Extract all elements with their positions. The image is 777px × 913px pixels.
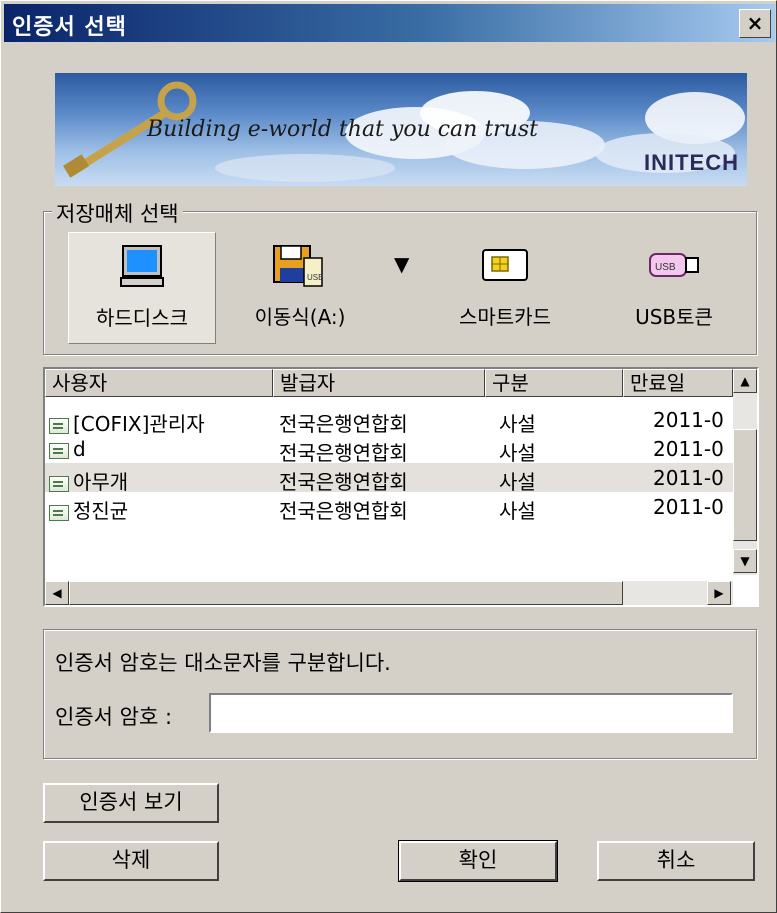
cell-issuer: 전국은행연합회 bbox=[279, 470, 408, 494]
cell-issuer: 전국은행연합회 bbox=[279, 441, 408, 465]
usb-token-icon: USB bbox=[649, 253, 699, 277]
svg-text:USB: USB bbox=[655, 262, 676, 273]
cert-select-window: 인증서 선택 × Building e-world that you can t… bbox=[0, 0, 777, 913]
cell-expiry: 2011-0 bbox=[653, 466, 724, 490]
cell-issuer: 전국은행연합회 bbox=[279, 412, 408, 436]
certificate-icon bbox=[49, 417, 69, 434]
brand-logo: INITECH bbox=[644, 150, 739, 175]
certificate-icon bbox=[49, 442, 69, 459]
cert-list[interactable]: 사용자 발급자 구분 만료일 [COFIX]관리자 전국은행연합회 사설 201… bbox=[43, 367, 759, 607]
cell-user: 정진균 bbox=[73, 499, 129, 523]
media-label: 스마트카드 bbox=[459, 305, 551, 329]
scroll-down-icon[interactable]: ▼ bbox=[733, 549, 757, 573]
storage-legend: 저장매체 선택 bbox=[52, 198, 183, 228]
cell-type: 사설 bbox=[499, 441, 536, 465]
media-harddisk[interactable]: 하드디스크 bbox=[68, 232, 216, 344]
dropdown-arrow-icon[interactable]: ▼ bbox=[394, 252, 409, 276]
horizontal-scrollbar[interactable]: ◀ ▶ bbox=[45, 581, 733, 605]
media-usb-token[interactable]: USB USB토큰 bbox=[604, 232, 744, 342]
window-title: 인증서 선택 bbox=[12, 15, 127, 40]
banner: Building e-world that you can trust INIT… bbox=[55, 73, 747, 186]
password-label: 인증서 암호 : bbox=[55, 705, 173, 729]
certificate-icon bbox=[49, 504, 69, 521]
column-header-user[interactable]: 사용자 bbox=[45, 369, 273, 397]
cell-user: d bbox=[73, 437, 86, 461]
cell-type: 사설 bbox=[499, 412, 536, 436]
cell-user: [COFIX]관리자 bbox=[73, 412, 205, 436]
column-header-expiry[interactable]: 만료일 bbox=[623, 369, 733, 397]
cell-user: 아무개 bbox=[73, 470, 129, 494]
cell-issuer: 전국은행연합회 bbox=[279, 499, 408, 523]
media-removable[interactable]: USB 이동식(A:) bbox=[230, 232, 370, 342]
title-bar[interactable]: 인증서 선택 × bbox=[4, 4, 775, 42]
storage-group: 저장매체 선택 하드디스크 USB 이동식(A:) ▼ 스마트카드 USB US… bbox=[43, 198, 757, 355]
delete-button[interactable]: 삭제 bbox=[43, 841, 219, 881]
media-label: 이동식(A:) bbox=[254, 305, 346, 329]
column-header-type[interactable]: 구분 bbox=[485, 369, 623, 397]
smartcard-icon bbox=[482, 249, 528, 281]
media-label: USB토큰 bbox=[635, 305, 713, 329]
certificate-icon bbox=[49, 475, 69, 492]
scroll-up-icon[interactable]: ▲ bbox=[733, 369, 757, 393]
cell-expiry: 2011-0 bbox=[653, 408, 724, 432]
vertical-scroll-thumb[interactable] bbox=[733, 429, 757, 541]
scroll-left-icon[interactable]: ◀ bbox=[45, 581, 69, 605]
computer-icon bbox=[120, 245, 164, 287]
media-label: 하드디스크 bbox=[96, 306, 188, 330]
table-row[interactable]: [COFIX]관리자 전국은행연합회 사설 2011-0 bbox=[45, 405, 733, 436]
cell-type: 사설 bbox=[499, 499, 536, 523]
cell-type: 사설 bbox=[499, 470, 536, 494]
table-row-selected[interactable]: 아무개 전국은행연합회 사설 2011-0 bbox=[45, 463, 733, 494]
column-header-issuer[interactable]: 발급자 bbox=[273, 369, 485, 397]
password-field[interactable] bbox=[209, 693, 733, 733]
svg-text:USB: USB bbox=[307, 273, 323, 282]
cancel-button[interactable]: 취소 bbox=[597, 841, 755, 881]
horizontal-scroll-thumb[interactable] bbox=[69, 581, 623, 605]
table-row[interactable]: d 전국은행연합회 사설 2011-0 bbox=[45, 434, 733, 465]
scroll-right-icon[interactable]: ▶ bbox=[707, 581, 731, 605]
banner-tagline: Building e-world that you can trust bbox=[147, 117, 538, 142]
floppy-icon: USB bbox=[273, 245, 323, 287]
view-certificate-button[interactable]: 인증서 보기 bbox=[43, 783, 219, 823]
ok-button[interactable]: 확인 bbox=[398, 840, 558, 882]
cell-expiry: 2011-0 bbox=[653, 437, 724, 461]
vertical-scrollbar[interactable]: ▲ ▼ bbox=[733, 369, 757, 575]
password-notice: 인증서 암호는 대소문자를 구분합니다. bbox=[55, 651, 391, 675]
media-smartcard[interactable]: 스마트카드 bbox=[430, 232, 580, 342]
close-button[interactable]: × bbox=[739, 9, 771, 38]
cell-expiry: 2011-0 bbox=[653, 495, 724, 519]
table-row[interactable]: 정진균 전국은행연합회 사설 2011-0 bbox=[45, 492, 733, 523]
